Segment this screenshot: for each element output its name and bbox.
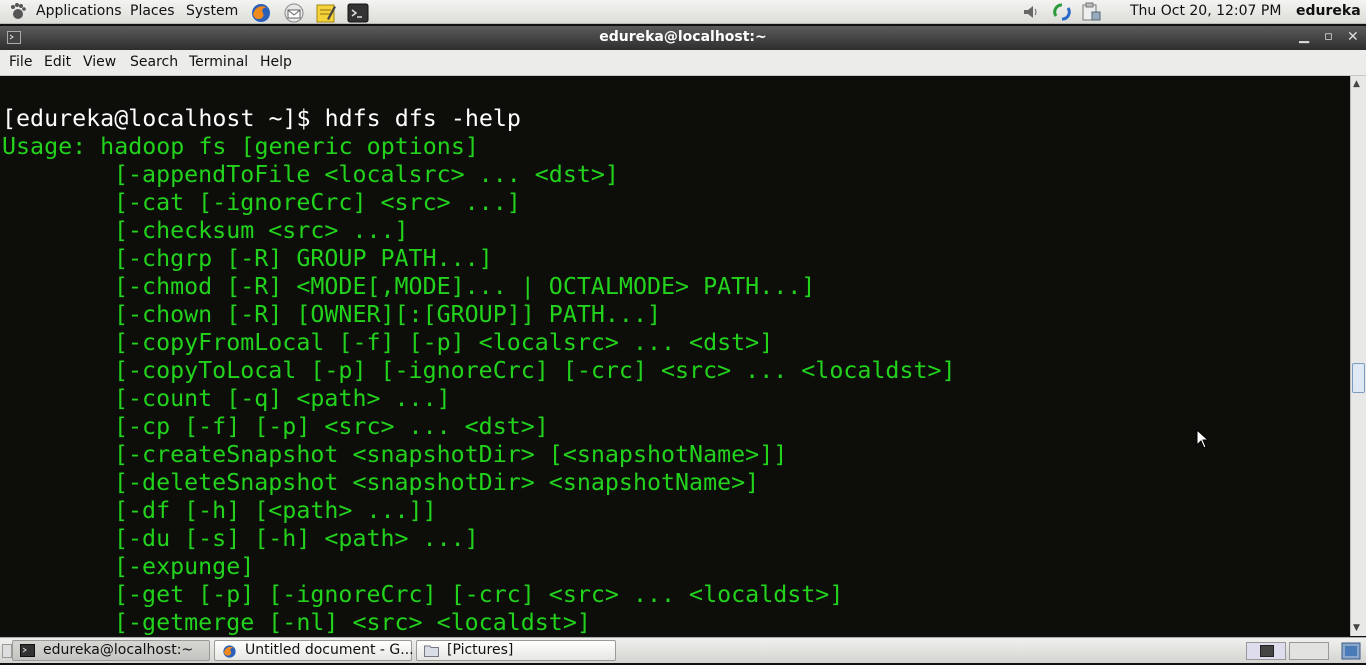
help-option-line: [-df [-h] [<path> ...]] <box>114 497 437 524</box>
help-option-line: [-du [-s] [-h] <path> ...] <box>114 525 479 552</box>
task-label: [Pictures] <box>447 642 514 658</box>
help-option-line: [-getmerge [-nl] <src> <localdst>] <box>114 609 591 636</box>
prompt-line: [edureka@localhost ~]$ hdfs dfs -help <box>2 105 521 132</box>
menu-help[interactable]: Help <box>260 54 292 70</box>
help-option-line: [-count [-q] <path> ...] <box>114 385 451 412</box>
help-option-line: [-chmod [-R] <MODE[,MODE]... | OCTALMODE… <box>114 273 816 300</box>
top-panel: Applications Places System Thu Oct 20, 1… <box>0 0 1366 24</box>
network-icon[interactable] <box>1052 2 1072 26</box>
terminal-scrollbar[interactable]: ▲ ▼ <box>1350 76 1366 636</box>
task-terminal[interactable]: edureka@localhost:~ <box>12 640 210 661</box>
help-option-line: [-appendToFile <localsrc> ... <dst>] <box>114 161 619 188</box>
minimize-icon[interactable]: ▁ <box>1299 29 1309 44</box>
menu-system[interactable]: System <box>186 3 238 19</box>
gnome-foot-icon[interactable] <box>8 2 28 26</box>
task-label: Untitled document - G... <box>245 642 414 658</box>
menu-places[interactable]: Places <box>130 3 175 19</box>
menu-view[interactable]: View <box>83 54 116 70</box>
user-menu[interactable]: edureka <box>1296 3 1361 19</box>
terminal-output[interactable]: [edureka@localhost ~]$ hdfs dfs -help Us… <box>0 76 1350 636</box>
folder-icon <box>424 644 439 657</box>
workspace-1[interactable] <box>1246 642 1286 660</box>
help-option-line: [-copyFromLocal [-f] [-p] <localsrc> ...… <box>114 329 774 356</box>
help-option-line: [-createSnapshot <snapshotDir> [<snapsho… <box>114 441 788 468</box>
help-option-line: [-chgrp [-R] GROUP PATH...] <box>114 245 493 272</box>
notes-icon[interactable] <box>315 2 336 23</box>
clipboard-icon[interactable] <box>1080 2 1102 26</box>
show-desktop-icon[interactable] <box>2 644 12 658</box>
terminal-icon[interactable] <box>347 2 369 23</box>
bottom-taskbar: edureka@localhost:~ Untitled document - … <box>0 637 1366 663</box>
help-option-line: [-expunge] <box>114 553 255 580</box>
clock[interactable]: Thu Oct 20, 12:07 PM <box>1130 3 1281 19</box>
window-titlebar[interactable]: edureka@localhost:~ ▁ ▫ ✕ <box>0 26 1366 50</box>
workspace-2[interactable] <box>1289 642 1329 660</box>
maximize-icon[interactable]: ▫ <box>1324 29 1333 44</box>
help-option-line: [-checksum <src> ...] <box>114 217 409 244</box>
scroll-up-icon[interactable]: ▲ <box>1353 79 1360 89</box>
help-option-line: [-copyToLocal [-p] [-ignoreCrc] [-crc] <… <box>114 357 956 384</box>
help-option-line: [-chown [-R] [OWNER][:[GROUP]] PATH...] <box>114 301 662 328</box>
help-option-line: [-deleteSnapshot <snapshotDir> <snapshot… <box>114 469 760 496</box>
menu-search[interactable]: Search <box>130 54 178 70</box>
task-label: edureka@localhost:~ <box>43 642 194 658</box>
menu-applications[interactable]: Applications <box>36 3 122 19</box>
window-title: edureka@localhost:~ <box>599 29 767 45</box>
scroll-thumb[interactable] <box>1352 363 1365 393</box>
mouse-pointer-icon <box>1196 428 1210 453</box>
help-option-line: [-cat [-ignoreCrc] <src> ...] <box>114 189 521 216</box>
trash-icon[interactable] <box>1340 641 1362 665</box>
help-option-line: [-get [-p] [-ignoreCrc] [-crc] <src> ...… <box>114 581 844 608</box>
menu-terminal[interactable]: Terminal <box>189 54 248 70</box>
usage-line: Usage: hadoop fs [generic options] <box>2 133 479 160</box>
menu-file[interactable]: File <box>9 54 32 70</box>
help-option-line: [-cp [-f] [-p] <src> ... <dst>] <box>114 413 549 440</box>
firefox-icon[interactable] <box>250 2 270 22</box>
terminal-menubar: File Edit View Search Terminal Help <box>0 50 1366 76</box>
scroll-down-icon[interactable]: ▼ <box>1353 623 1360 633</box>
close-icon[interactable]: ✕ <box>1347 29 1359 45</box>
menu-edit[interactable]: Edit <box>44 54 71 70</box>
terminal-icon <box>20 644 35 657</box>
firefox-icon <box>222 644 237 658</box>
volume-icon[interactable] <box>1022 3 1040 25</box>
mail-icon[interactable] <box>283 2 304 23</box>
task-pictures[interactable]: [Pictures] <box>416 640 616 661</box>
task-firefox[interactable]: Untitled document - G... <box>214 640 414 661</box>
